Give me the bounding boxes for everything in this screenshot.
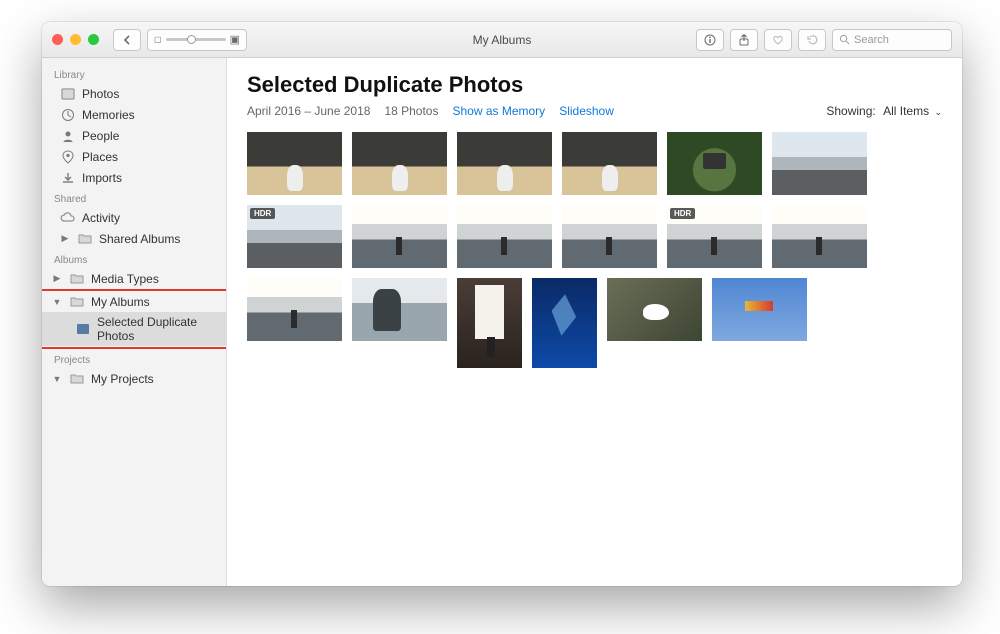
folder-icon bbox=[69, 271, 84, 286]
callout-highlight: ▼ My Albums Selected Duplicate Photos bbox=[42, 289, 227, 349]
search-field[interactable]: Search bbox=[832, 29, 952, 51]
folder-icon bbox=[69, 294, 84, 309]
sidebar-item-label: Activity bbox=[82, 211, 120, 225]
sidebar-item-my-albums[interactable]: ▼ My Albums bbox=[42, 291, 226, 312]
photo-thumbnail[interactable] bbox=[457, 132, 552, 195]
date-range: April 2016 – June 2018 bbox=[247, 104, 370, 118]
showing-value: All Items bbox=[883, 104, 929, 118]
sidebar-item-places[interactable]: Places bbox=[42, 146, 226, 167]
window-controls bbox=[52, 34, 99, 45]
photo-thumbnail[interactable] bbox=[352, 132, 447, 195]
zoom-control[interactable]: ▢ ▣ bbox=[147, 29, 247, 51]
heart-icon bbox=[772, 34, 784, 46]
main-content: Selected Duplicate Photos April 2016 – J… bbox=[227, 58, 962, 586]
rotate-icon bbox=[806, 34, 818, 46]
sidebar-item-label: Shared Albums bbox=[99, 232, 180, 246]
chevron-left-icon bbox=[123, 35, 131, 45]
app-window: ▢ ▣ My Albums Search bbox=[42, 22, 962, 586]
photo-grid: HDR HDR bbox=[247, 132, 942, 368]
hdr-badge: HDR bbox=[670, 208, 695, 219]
photo-thumbnail[interactable] bbox=[457, 278, 522, 368]
photo-thumbnail[interactable] bbox=[352, 205, 447, 268]
sidebar-item-memories[interactable]: Memories bbox=[42, 104, 226, 125]
search-placeholder: Search bbox=[854, 34, 889, 46]
photo-thumbnail[interactable]: HDR bbox=[667, 205, 762, 268]
sidebar-item-media-types[interactable]: ▶ Media Types bbox=[42, 268, 226, 289]
photo-thumbnail[interactable] bbox=[712, 278, 807, 341]
folder-icon bbox=[77, 231, 92, 246]
info-icon bbox=[704, 34, 716, 46]
photo-thumbnail[interactable] bbox=[352, 278, 447, 341]
photo-thumbnail[interactable] bbox=[532, 278, 597, 368]
photo-thumbnail[interactable] bbox=[772, 205, 867, 268]
photo-thumbnail[interactable] bbox=[607, 278, 702, 341]
sidebar-section-projects: Projects bbox=[42, 349, 226, 368]
sidebar-section-shared: Shared bbox=[42, 188, 226, 207]
sidebar-section-albums: Albums bbox=[42, 249, 226, 268]
showing-label: Showing: bbox=[826, 104, 875, 118]
titlebar: ▢ ▣ My Albums Search bbox=[42, 22, 962, 58]
sidebar-item-label: Memories bbox=[82, 108, 135, 122]
sidebar-item-selected-duplicate-photos[interactable]: Selected Duplicate Photos bbox=[42, 312, 226, 346]
show-as-memory-link[interactable]: Show as Memory bbox=[452, 104, 545, 118]
chevron-down-icon: ▼ bbox=[52, 374, 62, 384]
cloud-icon bbox=[60, 210, 75, 225]
minimize-window-button[interactable] bbox=[70, 34, 81, 45]
sidebar-item-label: Photos bbox=[82, 87, 119, 101]
photo-thumbnail[interactable] bbox=[772, 132, 867, 195]
showing-filter[interactable]: Showing: All Items ⌄ bbox=[826, 104, 942, 118]
share-icon bbox=[738, 34, 750, 46]
photo-thumbnail[interactable] bbox=[457, 205, 552, 268]
photo-thumbnail[interactable] bbox=[247, 278, 342, 341]
slideshow-link[interactable]: Slideshow bbox=[559, 104, 614, 118]
chevron-right-icon: ▶ bbox=[52, 273, 62, 284]
back-button[interactable] bbox=[113, 29, 141, 51]
folder-icon bbox=[69, 371, 84, 386]
sidebar-item-label: My Projects bbox=[91, 372, 154, 386]
sidebar-item-label: Selected Duplicate Photos bbox=[97, 315, 216, 343]
photos-icon bbox=[60, 86, 75, 101]
people-icon bbox=[60, 128, 75, 143]
places-icon bbox=[60, 149, 75, 164]
photo-thumbnail[interactable] bbox=[247, 132, 342, 195]
sidebar-item-label: Places bbox=[82, 150, 118, 164]
sidebar-item-shared-albums[interactable]: ▶ Shared Albums bbox=[42, 228, 226, 249]
chevron-right-icon: ▶ bbox=[60, 233, 70, 244]
share-button[interactable] bbox=[730, 29, 758, 51]
album-icon bbox=[76, 322, 90, 337]
chevron-down-icon: ▼ bbox=[52, 297, 62, 307]
chevron-down-icon: ⌄ bbox=[934, 107, 942, 117]
thumb-large-icon: ▣ bbox=[230, 33, 240, 46]
favorite-button[interactable] bbox=[764, 29, 792, 51]
rotate-button[interactable] bbox=[798, 29, 826, 51]
sidebar-section-library: Library bbox=[42, 64, 226, 83]
sidebar-item-label: Media Types bbox=[91, 272, 159, 286]
sidebar-item-label: My Albums bbox=[91, 295, 150, 309]
sidebar-item-label: Imports bbox=[82, 171, 122, 185]
meta-row: April 2016 – June 2018 18 Photos Show as… bbox=[247, 104, 942, 118]
sidebar-item-my-projects[interactable]: ▼ My Projects bbox=[42, 368, 226, 389]
sidebar-item-people[interactable]: People bbox=[42, 125, 226, 146]
info-button[interactable] bbox=[696, 29, 724, 51]
thumb-small-icon: ▢ bbox=[154, 35, 162, 44]
sidebar: Library Photos Memories People Places Im… bbox=[42, 58, 227, 586]
zoom-window-button[interactable] bbox=[88, 34, 99, 45]
photo-thumbnail[interactable]: HDR bbox=[247, 205, 342, 268]
sidebar-item-photos[interactable]: Photos bbox=[42, 83, 226, 104]
hdr-badge: HDR bbox=[250, 208, 275, 219]
page-title: Selected Duplicate Photos bbox=[247, 72, 942, 98]
photo-thumbnail[interactable] bbox=[562, 205, 657, 268]
search-icon bbox=[839, 34, 850, 45]
close-window-button[interactable] bbox=[52, 34, 63, 45]
imports-icon bbox=[60, 170, 75, 185]
sidebar-item-imports[interactable]: Imports bbox=[42, 167, 226, 188]
sidebar-item-activity[interactable]: Activity bbox=[42, 207, 226, 228]
photo-thumbnail[interactable] bbox=[667, 132, 762, 195]
photo-thumbnail[interactable] bbox=[562, 132, 657, 195]
sidebar-item-label: People bbox=[82, 129, 119, 143]
zoom-slider[interactable] bbox=[166, 38, 226, 41]
photo-count: 18 Photos bbox=[384, 104, 438, 118]
memories-icon bbox=[60, 107, 75, 122]
